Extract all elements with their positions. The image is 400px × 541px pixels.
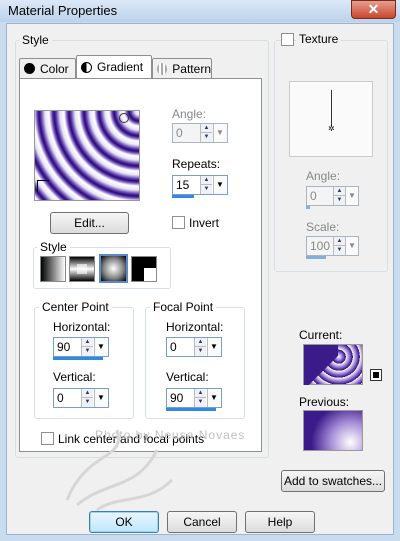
center-horizontal-value: 90 (57, 340, 71, 354)
dialog-body: Style Color Gradient Pattern Angle: 0 ▲ ▼… (6, 23, 394, 535)
focal-vertical-value: 90 (170, 391, 184, 405)
swatch-toggle-inner (373, 372, 379, 378)
texture-preview: ✲ (289, 81, 373, 157)
invert-label: Invert (189, 216, 220, 230)
texture-checkbox[interactable] (281, 33, 294, 46)
focal-vertical-field[interactable]: 90 ▲ ▼ ▼ (166, 388, 222, 408)
gradient-preview[interactable] (34, 110, 140, 201)
current-material-swatch[interactable] (303, 344, 363, 385)
tab-pattern[interactable]: Pattern (152, 58, 212, 78)
center-vertical-label: Vertical: (53, 370, 96, 384)
edit-gradient-button[interactable]: Edit... (50, 212, 129, 234)
style-group-legend: Style (19, 33, 52, 47)
repeats-label: Repeats: (172, 157, 221, 171)
focal-vertical-spin[interactable]: ▲ ▼ (194, 389, 206, 407)
focal-horizontal-field[interactable]: 0 ▲ ▼ ▼ (166, 337, 222, 357)
texture-angle-label: Angle: (306, 169, 341, 183)
ok-button[interactable]: OK (89, 511, 159, 533)
focal-horizontal-spin[interactable]: ▲ ▼ (194, 338, 206, 356)
repeats-value: 15 (176, 178, 190, 192)
focal-point-legend: Focal Point (150, 300, 217, 314)
angle-value: 0 (176, 126, 183, 140)
texture-angle-bar (306, 206, 310, 209)
center-point-marker[interactable] (37, 180, 49, 192)
texture-angle-dropdown-icon: ▼ (345, 187, 358, 205)
gradient-style-legend: Style (37, 240, 70, 254)
texture-label: Texture (296, 32, 342, 46)
center-vertical-value: 0 (57, 391, 64, 405)
gradient-icon (81, 61, 92, 73)
texture-angle-field: 0 ▲ ▼ ▼ (306, 186, 359, 206)
tab-gradient[interactable]: Gradient (76, 55, 152, 78)
center-vertical-spin[interactable]: ▲ ▼ (81, 389, 93, 407)
texture-angle-value: 0 (310, 189, 317, 203)
center-horizontal-field[interactable]: 90 ▲ ▼ ▼ (53, 337, 109, 357)
focal-horizontal-value: 0 (170, 340, 177, 354)
repeats-slider-bar[interactable] (172, 195, 194, 198)
tab-color-label: Color (40, 61, 69, 76)
focal-horizontal-label: Horizontal: (166, 320, 224, 334)
title-bar: Material Properties ✕ (0, 0, 400, 22)
tab-gradient-label: Gradient (97, 60, 144, 74)
help-button[interactable]: Help (245, 511, 315, 533)
linear-style-button[interactable] (40, 256, 66, 282)
repeats-field[interactable]: 15 ▲ ▼ ▼ (172, 175, 228, 195)
center-vertical-dropdown-icon[interactable]: ▼ (94, 389, 107, 407)
rectangular-style-icon (77, 264, 87, 274)
center-horizontal-bar[interactable] (53, 357, 103, 360)
center-point-legend: Center Point (39, 300, 112, 314)
center-vertical-field[interactable]: 0 ▲ ▼ ▼ (53, 388, 109, 408)
texture-scale-value: 100 (310, 239, 331, 253)
window-title: Material Properties (8, 3, 118, 18)
texture-angle-spin: ▲ ▼ (333, 187, 345, 205)
texture-scale-dropdown-icon: ▼ (345, 237, 358, 255)
texture-scale-spin: ▲ ▼ (333, 237, 345, 255)
previous-material-swatch[interactable] (303, 410, 363, 451)
texture-scale-bar (306, 256, 326, 259)
tab-pattern-label: Pattern (172, 61, 211, 76)
repeats-dropdown-icon[interactable]: ▼ (213, 176, 226, 194)
cancel-button[interactable]: Cancel (167, 511, 237, 533)
watermark-ornament (65, 429, 174, 512)
close-icon: ✕ (367, 1, 380, 17)
previous-label: Previous: (299, 395, 350, 409)
sunburst-style-button[interactable] (99, 254, 128, 283)
texture-angle-needle (331, 90, 332, 126)
angle-spin: ▲ ▼ (200, 124, 212, 142)
swatch-toggle-icon[interactable] (370, 369, 382, 381)
center-horizontal-dropdown-icon[interactable]: ▼ (94, 338, 107, 356)
rectangular-style-button[interactable] (69, 256, 95, 282)
invert-checkbox[interactable] (172, 216, 185, 229)
pattern-icon (157, 62, 168, 75)
add-to-swatches-button[interactable]: Add to swatches... (281, 470, 385, 492)
tab-color[interactable]: Color (19, 58, 76, 78)
angle-dropdown-icon: ▼ (213, 124, 226, 142)
current-swatch-overlay (304, 345, 338, 385)
focal-vertical-label: Vertical: (166, 370, 209, 384)
texture-scale-label: Scale: (306, 220, 340, 234)
focal-point-marker[interactable] (119, 113, 129, 123)
radial-style-icon (132, 268, 144, 281)
current-label: Current: (299, 328, 343, 342)
center-horizontal-spin[interactable]: ▲ ▼ (81, 338, 93, 356)
repeats-spin[interactable]: ▲ ▼ (200, 176, 212, 194)
texture-center-icon: ✲ (328, 124, 335, 133)
angle-field: 0 ▲ ▼ ▼ (172, 123, 228, 143)
center-horizontal-label: Horizontal: (53, 320, 111, 334)
radial-style-button[interactable] (131, 256, 157, 282)
angle-label: Angle: (172, 107, 207, 121)
solid-color-icon (24, 63, 35, 74)
close-button[interactable]: ✕ (351, 0, 396, 19)
texture-scale-field: 100 ▲ ▼ ▼ (306, 236, 359, 256)
focal-horizontal-dropdown-icon[interactable]: ▼ (207, 338, 220, 356)
focal-vertical-dropdown-icon[interactable]: ▼ (207, 389, 220, 407)
